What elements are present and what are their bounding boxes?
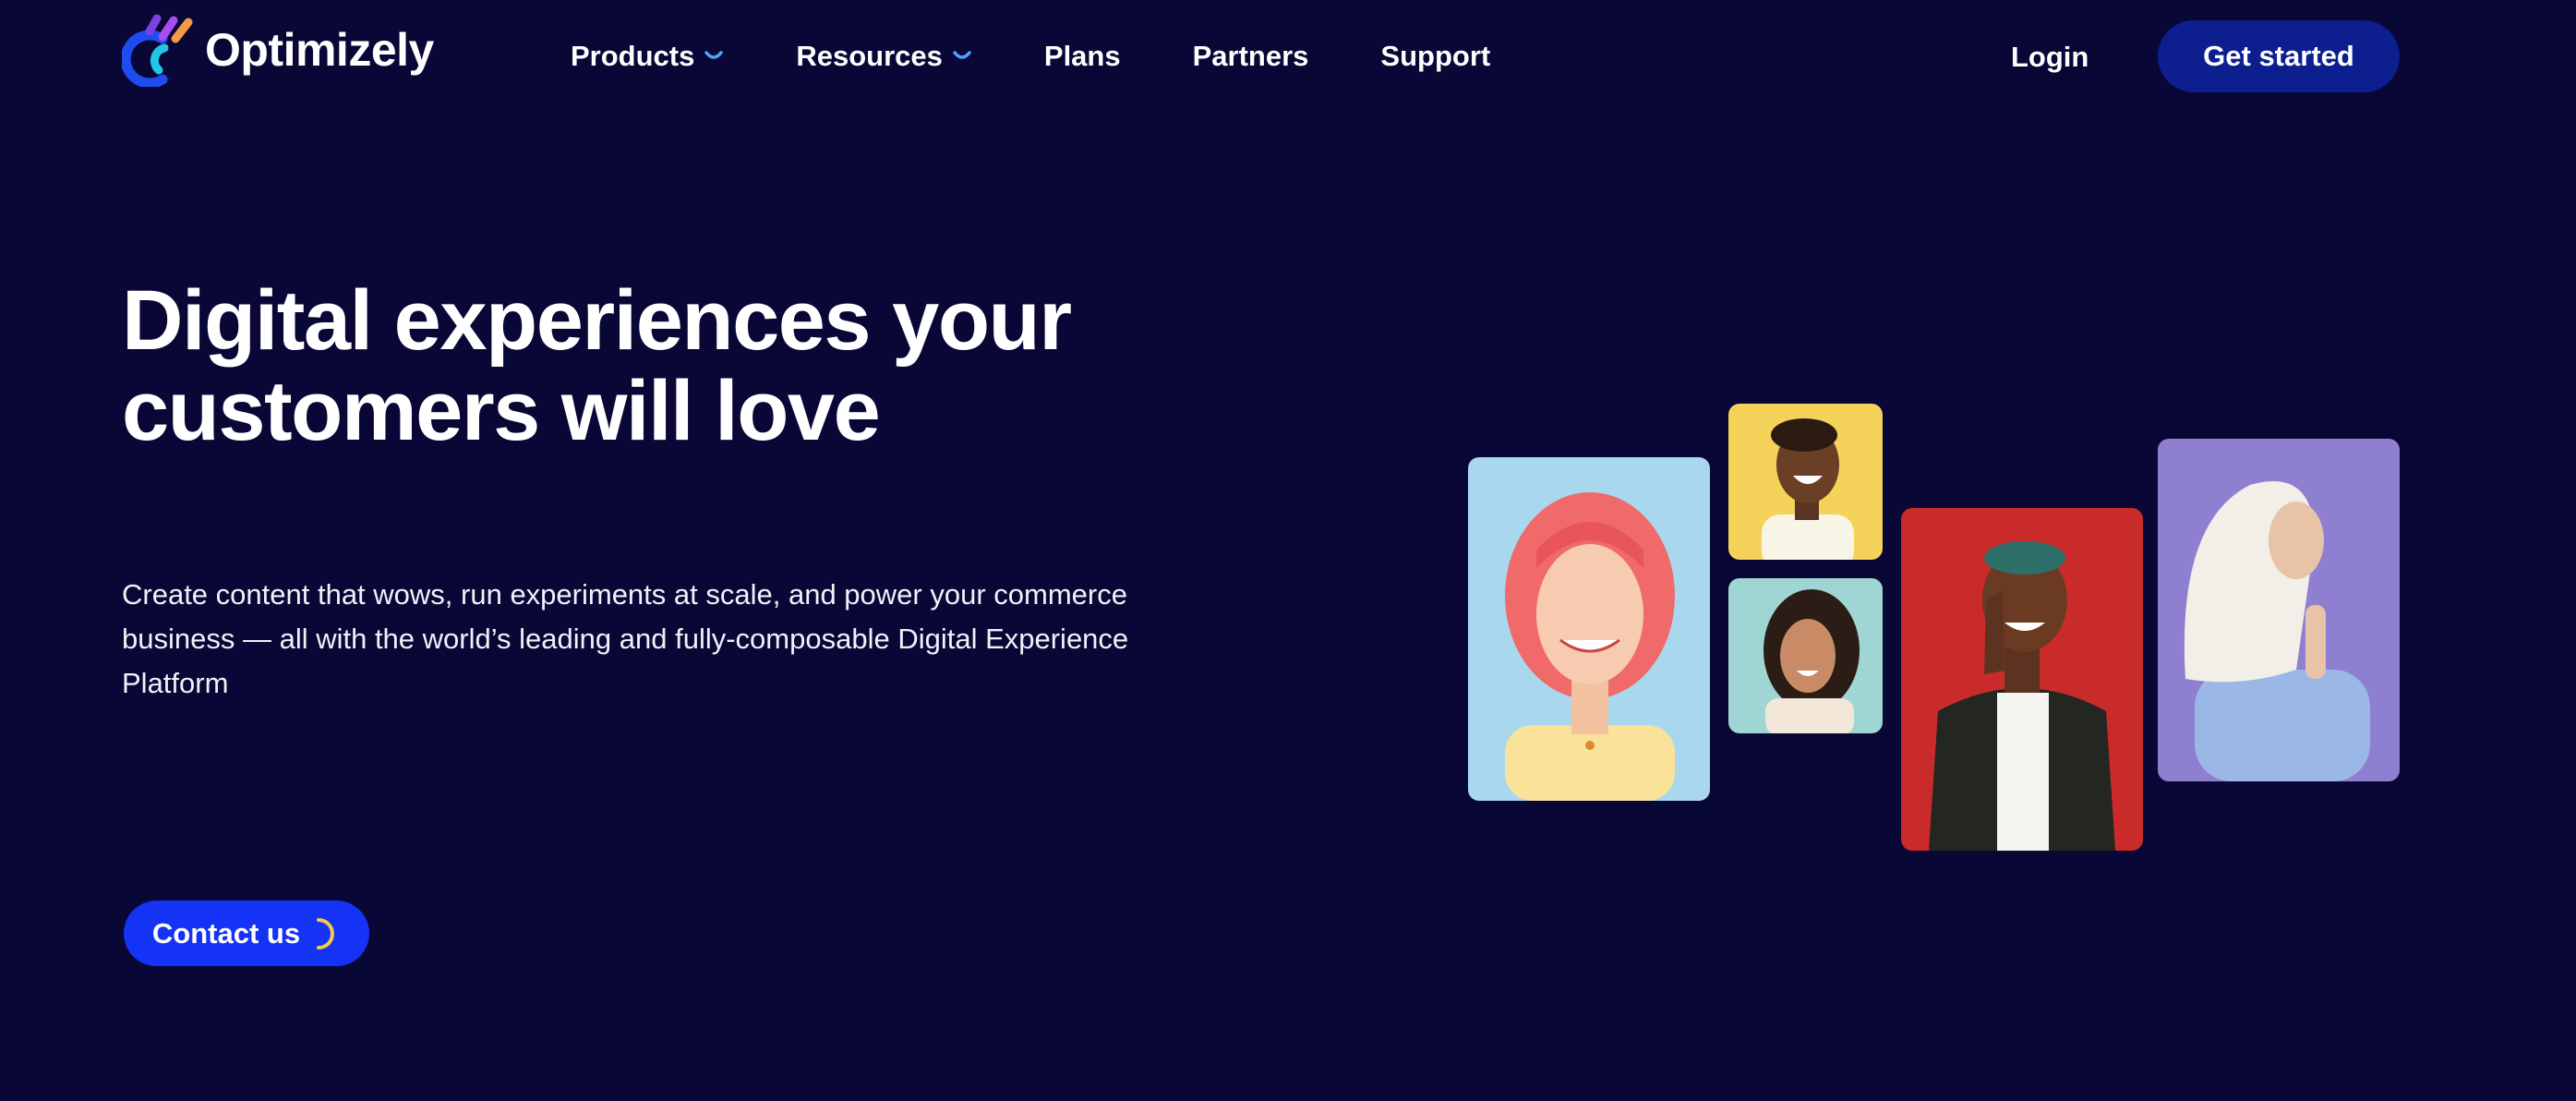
photo-laughing-man-red xyxy=(1901,508,2143,851)
nav-item-label: Resources xyxy=(796,40,943,72)
main-nav: Products Resources Plans Partners Suppor… xyxy=(571,28,1562,85)
nav-item-partners[interactable]: Partners xyxy=(1193,40,1309,73)
nav-item-products[interactable]: Products xyxy=(571,40,724,73)
contact-us-button[interactable]: Contact us xyxy=(124,901,369,966)
chevron-down-icon xyxy=(704,51,724,59)
nav-item-support[interactable]: Support xyxy=(1380,40,1490,73)
page: Optimizely Products Resources Plans Part… xyxy=(0,0,2576,1101)
hero-title-line-2: customers will love xyxy=(122,364,881,458)
brand-name: Optimizely xyxy=(205,24,434,76)
site-header: Optimizely Products Resources Plans Part… xyxy=(0,0,2576,115)
hero-title-line-1: Digital experiences your xyxy=(122,273,1072,368)
nav-item-label: Plans xyxy=(1043,40,1121,72)
photo-smiling-woman-teal xyxy=(1728,578,1883,733)
nav-item-label: Partners xyxy=(1192,40,1309,72)
loading-spinner-icon xyxy=(317,917,335,950)
hero-title: Digital experiences your customers will … xyxy=(122,275,1267,456)
logo-link[interactable]: Optimizely xyxy=(122,13,434,87)
contact-us-label: Contact us xyxy=(151,916,301,950)
nav-item-label: Products xyxy=(571,40,695,72)
chevron-down-icon xyxy=(953,51,971,59)
hero-subtitle: Create content that wows, run experiment… xyxy=(122,578,1129,699)
photo-woman-hijab-purple xyxy=(2158,439,2400,781)
nav-item-label: Support xyxy=(1380,40,1491,72)
photo-laughing-woman-yellow xyxy=(1728,404,1883,560)
get-started-button[interactable]: Get started xyxy=(2158,20,2400,92)
optimizely-logo-icon xyxy=(122,14,193,87)
nav-item-plans[interactable]: Plans xyxy=(1044,40,1121,73)
nav-item-resources[interactable]: Resources xyxy=(796,40,972,73)
login-link[interactable]: Login xyxy=(2011,31,2088,83)
photo-pink-hair-woman xyxy=(1468,457,1710,801)
